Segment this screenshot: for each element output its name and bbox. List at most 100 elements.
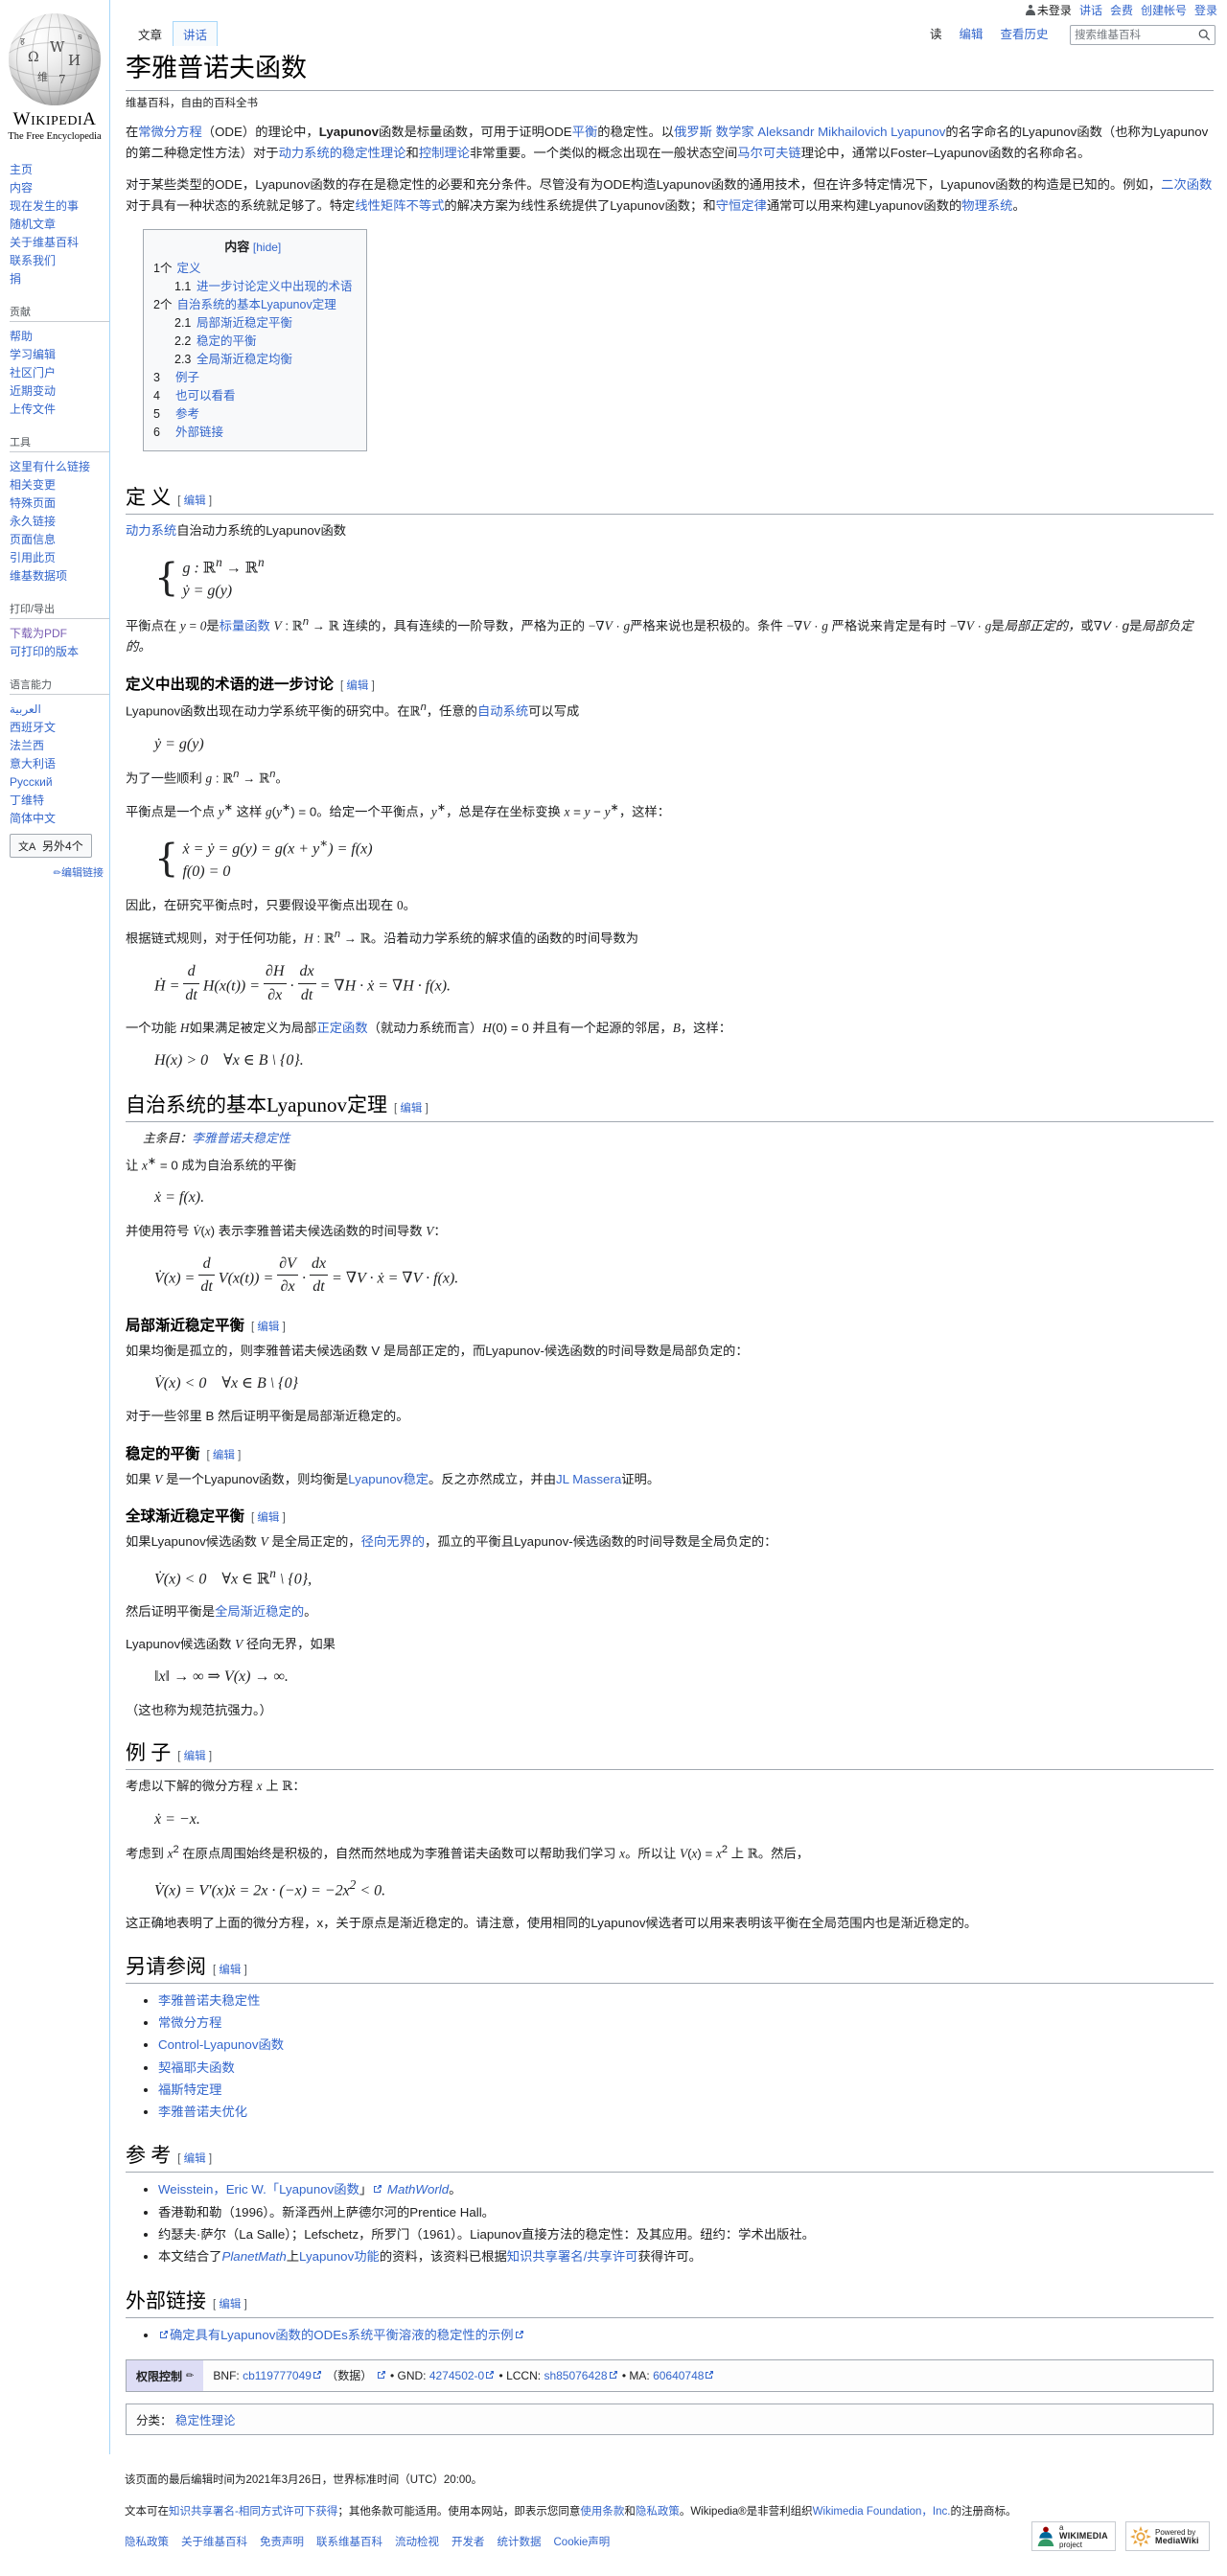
sidebar-item-6[interactable]: 捐 [10,272,21,286]
inline-link[interactable]: Wikimedia Foundation，Inc. [813,2506,951,2518]
language-item-1[interactable]: 西班牙文 [10,721,56,734]
external-link-a[interactable]: 确定具有Lyapunov函数的ODEs系统平衡溶液的稳定性的 [170,2328,488,2342]
footer-link-1[interactable]: 关于维基百科 [181,2537,247,2548]
edit-interlanguage-links[interactable]: ✏编辑链接 [10,864,109,880]
toc-link[interactable]: 稳定的平衡 [197,334,257,348]
print-item-1[interactable]: 可打印的版本 [10,645,79,658]
edit-link[interactable]: 编辑 [346,680,368,692]
toc-item[interactable]: 1个 定义 [153,260,353,278]
link-scalar-function[interactable]: 标量函数 [220,619,270,633]
toc-link[interactable]: 也可以看看 [175,389,236,402]
inline-link[interactable]: 动力系统的稳定性理论 [279,146,406,160]
tab-read[interactable]: 读 [921,21,951,45]
inline-link[interactable]: 知识共享署名-相同方式许可下获得 [169,2506,337,2518]
link-autonomous-system[interactable]: 自动系统 [477,703,528,718]
sidebar-item-0[interactable]: 主页 [10,163,33,176]
inline-link[interactable]: 使用条款 [580,2506,624,2518]
edit-link[interactable]: 编辑 [257,1512,279,1524]
tab-article[interactable]: 文章 [127,21,174,46]
authority-value-0[interactable]: cb119777049 [243,2369,312,2382]
footer-link-7[interactable]: Cookie声明 [554,2537,611,2548]
more-languages-button[interactable]: 文A 另外4个 [10,834,92,858]
main-article-link[interactable]: 李雅普诺夫稳定性 [192,1131,289,1145]
sidebar-item-1[interactable]: 内容 [10,181,33,195]
see-also-link-0[interactable]: 李雅普诺夫稳定性 [158,1993,260,2008]
toc-link[interactable]: 例子 [175,371,199,384]
inline-link[interactable]: 俄罗斯 [674,125,712,139]
external-link-b[interactable]: 示例 [488,2328,514,2342]
tab-talk[interactable]: 讲话 [173,21,219,46]
inline-link[interactable]: 知识共享署名/共享许可 [507,2249,638,2264]
sidebar-item-2[interactable]: 现在发生的事 [10,199,79,213]
inline-link[interactable]: 二次函数 [1161,177,1212,192]
contribute-item-0[interactable]: 帮助 [10,330,33,343]
print-item-0[interactable]: 下载为PDF [10,627,67,640]
contribute-item-4[interactable]: 上传文件 [10,402,56,416]
edit-link[interactable]: 编辑 [184,495,206,507]
tools-item-3[interactable]: 永久链接 [10,515,56,528]
footer-link-2[interactable]: 免责声明 [260,2537,304,2548]
footer-link-3[interactable]: 联系维基百科 [316,2537,382,2548]
see-also-link-5[interactable]: 李雅普诺夫优化 [158,2104,247,2119]
see-also-link-4[interactable]: 福斯特定理 [158,2082,221,2097]
wikipedia-logo[interactable]: W Ω И 维 7 ह ꞩ WIKIPEDIA The Free Encyclo… [0,6,109,142]
link-radially-unbounded[interactable]: 径向无界的 [361,1534,425,1549]
inline-link[interactable]: 平衡 [572,125,598,139]
footer-link-6[interactable]: 统计数据 [498,2537,542,2548]
inline-link[interactable]: 控制理论 [419,146,470,160]
see-also-link-3[interactable]: 契福耶夫函数 [158,2060,235,2075]
search-input[interactable] [1071,26,1192,45]
authority-value-1[interactable]: 4274502-0 [429,2369,484,2382]
toc-link[interactable]: 自治系统的基本Lyapunov定理 [176,298,336,311]
language-item-6[interactable]: 简体中文 [10,812,56,825]
inline-link[interactable]: 物理系统 [961,198,1012,213]
toc-item[interactable]: 2.3 全局渐近稳定均衡 [153,351,353,369]
sidebar-item-3[interactable]: 随机文章 [10,218,56,231]
toc-item[interactable]: 6 外部链接 [153,424,353,442]
toc-link[interactable]: 全局渐近稳定均衡 [197,353,292,366]
toc-link[interactable]: 进一步讨论定义中出现的术语 [197,280,353,293]
language-item-4[interactable]: Русский [10,775,53,789]
language-item-0[interactable]: العربية [10,702,41,716]
see-also-link-2[interactable]: Control-Lyapunov函数 [158,2037,284,2052]
tab-history[interactable]: 查看历史 [992,21,1057,45]
tools-item-4[interactable]: 页面信息 [10,533,56,546]
inline-link[interactable]: 马尔可夫链 [737,146,800,160]
inline-link[interactable]: 线性矩阵不等式 [355,198,444,213]
category-item[interactable]: 稳定性理论 [175,2414,236,2427]
sidebar-item-4[interactable]: 关于维基百科 [10,236,79,249]
footer-link-4[interactable]: 流动检视 [395,2537,439,2548]
language-item-3[interactable]: 意大利语 [10,757,56,770]
inline-link[interactable]: PlanetMath [221,2249,286,2264]
tools-item-0[interactable]: 这里有什么链接 [10,460,90,473]
link-positive-definite-function[interactable]: 正定函数 [316,1021,367,1035]
tools-item-5[interactable]: 引用此页 [10,551,56,564]
link-globally-asymptotically-stable[interactable]: 全局渐近稳定的 [215,1604,304,1619]
contribute-item-1[interactable]: 学习编辑 [10,348,56,361]
edit-link[interactable]: 编辑 [219,2299,241,2311]
toc-item[interactable]: 1.1 进一步讨论定义中出现的术语 [153,278,353,296]
edit-link[interactable]: 编辑 [213,1450,235,1461]
sidebar-item-5[interactable]: 联系我们 [10,254,56,267]
toc-link[interactable]: 参考 [175,407,199,421]
search-icon[interactable] [1198,29,1211,41]
link-lyapunov-stable[interactable]: Lyapunov稳定 [348,1472,428,1486]
authority-value-2[interactable]: sh85076428 [544,2369,607,2382]
toc-link[interactable]: 定义 [176,262,200,275]
inline-link[interactable]: 隐私政策 [636,2506,680,2518]
contribute-item-2[interactable]: 社区门户 [10,366,56,380]
edit-link[interactable]: 编辑 [219,1965,241,1976]
toc-link[interactable]: 外部链接 [175,426,223,439]
toc-item[interactable]: 2.2 稳定的平衡 [153,333,353,351]
inline-link[interactable]: MathWorld [387,2182,449,2196]
inline-link[interactable]: Lyapunov功能 [299,2249,380,2264]
toc-link[interactable]: 局部渐近稳定平衡 [197,316,292,330]
tools-item-6[interactable]: 维基数据项 [10,569,67,583]
footer-link-0[interactable]: 隐私政策 [125,2537,169,2548]
inline-link[interactable]: 数学家 [716,125,754,139]
edit-link[interactable]: 编辑 [257,1322,279,1333]
authority-value-3[interactable]: 60640748 [653,2369,704,2382]
tools-item-1[interactable]: 相关变更 [10,478,56,492]
link-dynamical-system[interactable]: 动力系统 [126,523,176,538]
tab-edit[interactable]: 编辑 [950,21,991,45]
